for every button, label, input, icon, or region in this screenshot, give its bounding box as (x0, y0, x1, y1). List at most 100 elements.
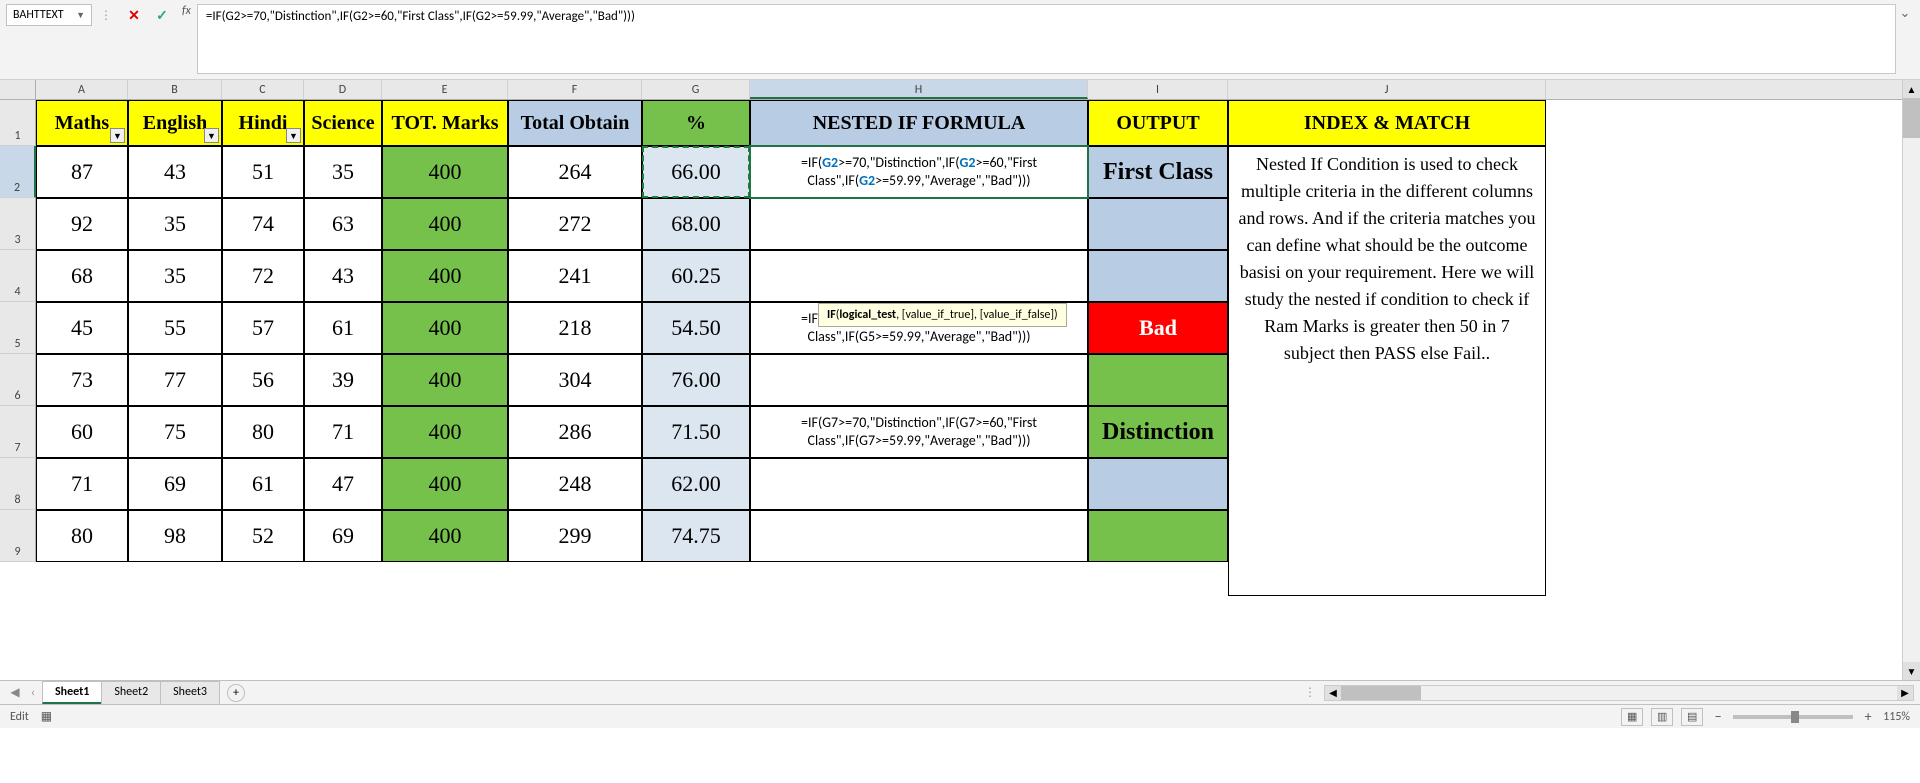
col-header-I[interactable]: I (1088, 80, 1228, 99)
col-header-G[interactable]: G (642, 80, 750, 99)
scroll-thumb[interactable] (1903, 98, 1920, 138)
cell-G5[interactable]: 54.50 (642, 302, 750, 354)
cell-A4[interactable]: 68 (36, 250, 128, 302)
cell-I3[interactable] (1088, 198, 1228, 250)
formula-bar-expand-icon[interactable]: ⌄ (1896, 4, 1914, 21)
cell-E8[interactable]: 400 (382, 458, 508, 510)
cell-A6[interactable]: 73 (36, 354, 128, 406)
cell-E5[interactable]: 400 (382, 302, 508, 354)
hscroll-thumb[interactable] (1341, 686, 1421, 700)
col-header-C[interactable]: C (222, 80, 304, 99)
cell-B6[interactable]: 77 (128, 354, 222, 406)
row-header-3[interactable]: 3 (0, 198, 36, 250)
zoom-out-button[interactable]: − (1711, 708, 1725, 725)
cell-A3[interactable]: 92 (36, 198, 128, 250)
function-tooltip[interactable]: IF(logical_test, [value_if_true], [value… (818, 303, 1067, 327)
formula-input[interactable] (197, 4, 1896, 74)
header-maths[interactable]: Maths▼ (36, 100, 128, 146)
cancel-edit-button[interactable]: ✕ (120, 4, 148, 26)
cell-G2[interactable]: 66.00 (642, 146, 750, 198)
cell-D5[interactable]: 61 (304, 302, 382, 354)
cell-E2[interactable]: 400 (382, 146, 508, 198)
filter-dropdown-icon[interactable]: ▼ (204, 128, 219, 143)
header-hindi[interactable]: Hindi▼ (222, 100, 304, 146)
col-header-B[interactable]: B (128, 80, 222, 99)
cell-F4[interactable]: 241 (508, 250, 642, 302)
zoom-level[interactable]: 115% (1883, 710, 1910, 724)
add-sheet-button[interactable]: + (227, 684, 245, 702)
header-index-match[interactable]: INDEX & MATCH (1228, 100, 1546, 146)
row-header-6[interactable]: 6 (0, 354, 36, 406)
cell-A7[interactable]: 60 (36, 406, 128, 458)
cell-I8[interactable] (1088, 458, 1228, 510)
cell-I5[interactable]: Bad (1088, 302, 1228, 354)
cell-D3[interactable]: 63 (304, 198, 382, 250)
zoom-slider-handle[interactable] (1791, 711, 1799, 723)
cell-G7[interactable]: 71.50 (642, 406, 750, 458)
name-box-dropdown-icon[interactable]: ▼ (76, 10, 85, 21)
cell-C8[interactable]: 61 (222, 458, 304, 510)
cell-G4[interactable]: 60.25 (642, 250, 750, 302)
vertical-scrollbar[interactable]: ▲ ▼ (1902, 80, 1920, 680)
cell-E4[interactable]: 400 (382, 250, 508, 302)
cell-F7[interactable]: 286 (508, 406, 642, 458)
row-header-7[interactable]: 7 (0, 406, 36, 458)
zoom-in-button[interactable]: + (1861, 708, 1875, 725)
cell-E7[interactable]: 400 (382, 406, 508, 458)
cell-E9[interactable]: 400 (382, 510, 508, 562)
cell-D9[interactable]: 69 (304, 510, 382, 562)
cell-A5[interactable]: 45 (36, 302, 128, 354)
fx-icon[interactable]: fx (182, 4, 191, 18)
cell-G6[interactable]: 76.00 (642, 354, 750, 406)
cell-B9[interactable]: 98 (128, 510, 222, 562)
cell-F5[interactable]: 218 (508, 302, 642, 354)
sheet-tab-sheet3[interactable]: Sheet3 (160, 681, 220, 704)
tab-nav-first-icon[interactable]: ◀ (6, 685, 24, 700)
cell-G3[interactable]: 68.00 (642, 198, 750, 250)
col-header-F[interactable]: F (508, 80, 642, 99)
cell-D7[interactable]: 71 (304, 406, 382, 458)
macro-record-icon[interactable]: ▦ (41, 709, 52, 724)
scroll-up-icon[interactable]: ▲ (1903, 80, 1920, 98)
tab-split-handle[interactable]: ⋮ (1304, 685, 1316, 700)
row-header-1[interactable]: 1 (0, 100, 36, 146)
col-header-J[interactable]: J (1228, 80, 1546, 99)
cell-G9[interactable]: 74.75 (642, 510, 750, 562)
cell-I6[interactable] (1088, 354, 1228, 406)
header-output[interactable]: OUTPUT (1088, 100, 1228, 146)
select-all-corner[interactable] (0, 80, 36, 99)
scroll-right-icon[interactable]: ▶ (1897, 686, 1913, 700)
cell-C5[interactable]: 57 (222, 302, 304, 354)
col-header-A[interactable]: A (36, 80, 128, 99)
cell-C6[interactable]: 56 (222, 354, 304, 406)
header-total-obtain[interactable]: Total Obtain (508, 100, 642, 146)
cell-B5[interactable]: 55 (128, 302, 222, 354)
header-science[interactable]: Science (304, 100, 382, 146)
cell-H2[interactable]: =IF(G2>=70,"Distinction",IF(G2>=60,"Firs… (750, 146, 1088, 198)
sheet-tab-sheet2[interactable]: Sheet2 (101, 681, 161, 704)
cell-F3[interactable]: 272 (508, 198, 642, 250)
col-header-E[interactable]: E (382, 80, 508, 99)
cell-E6[interactable]: 400 (382, 354, 508, 406)
cell-D8[interactable]: 47 (304, 458, 382, 510)
cell-D4[interactable]: 43 (304, 250, 382, 302)
col-header-H[interactable]: H (750, 80, 1088, 99)
header-percent[interactable]: % (642, 100, 750, 146)
scroll-left-icon[interactable]: ◀ (1325, 686, 1341, 700)
view-normal-button[interactable]: ▦ (1621, 708, 1643, 726)
cell-F2[interactable]: 264 (508, 146, 642, 198)
cell-F8[interactable]: 248 (508, 458, 642, 510)
cell-C9[interactable]: 52 (222, 510, 304, 562)
cell-I4[interactable] (1088, 250, 1228, 302)
cell-C3[interactable]: 74 (222, 198, 304, 250)
cell-C4[interactable]: 72 (222, 250, 304, 302)
horizontal-scrollbar[interactable]: ◀ ▶ (1324, 685, 1914, 701)
cell-H6[interactable] (750, 354, 1088, 406)
cell-I2[interactable]: First Class (1088, 146, 1228, 198)
header-english[interactable]: English▼ (128, 100, 222, 146)
cell-D6[interactable]: 39 (304, 354, 382, 406)
cell-A2[interactable]: 87 (36, 146, 128, 198)
cell-D2[interactable]: 35 (304, 146, 382, 198)
cell-B3[interactable]: 35 (128, 198, 222, 250)
zoom-slider[interactable] (1733, 715, 1853, 719)
